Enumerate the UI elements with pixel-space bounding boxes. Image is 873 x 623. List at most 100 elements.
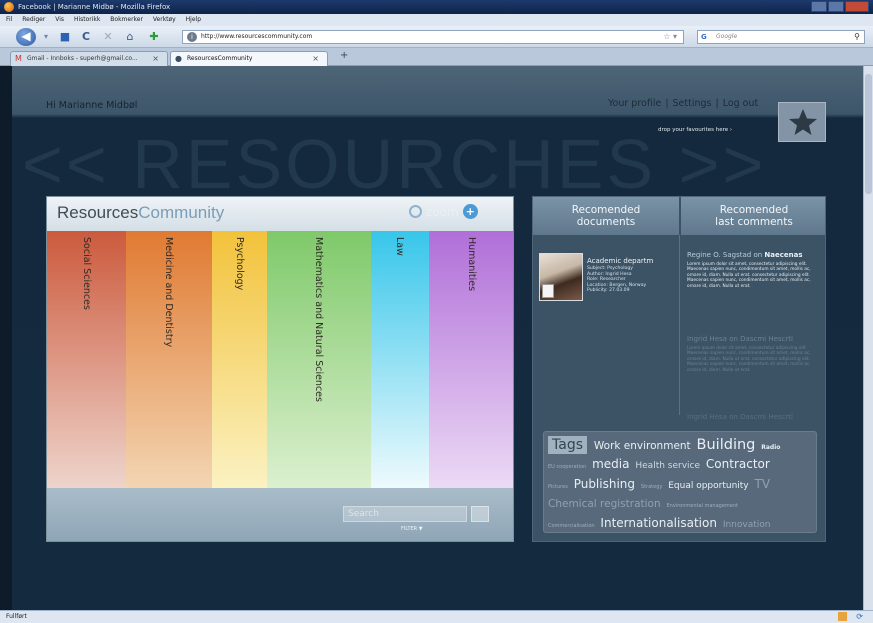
- tag-link[interactable]: Building: [697, 437, 756, 453]
- window-title: Facebook | Marianne Midbø - Mozilla Fire…: [18, 3, 171, 11]
- comment-heading: Regine O. Sagstad on Naecenas: [687, 251, 821, 259]
- category-social-sciences[interactable]: Social Sciences: [47, 231, 126, 488]
- comment-on: on: [753, 251, 763, 259]
- star-icon: [789, 109, 817, 135]
- tag-link[interactable]: Strategy: [641, 484, 662, 490]
- favourites-hint: drop your favourites here ›: [658, 127, 733, 133]
- zoom-in-icon[interactable]: +: [462, 204, 478, 219]
- search-input[interactable]: Search: [343, 506, 467, 522]
- comment-on: on: [729, 413, 738, 421]
- vertical-scrollbar[interactable]: [863, 66, 873, 610]
- menu-edit[interactable]: Rediger: [22, 16, 45, 23]
- column-divider: [679, 235, 680, 415]
- category-medicine-dentistry[interactable]: Medicine and Dentistry: [126, 231, 212, 488]
- zoom-out-icon[interactable]: [409, 205, 422, 218]
- search-placeholder: Search: [348, 509, 379, 519]
- panel-footer: Search FILTER ▼: [47, 488, 513, 541]
- scrollbar-thumb[interactable]: [865, 74, 872, 194]
- reload-button[interactable]: C: [78, 29, 94, 45]
- comment-heading: Ingrid Hesa on Dascmi Hescrtl: [687, 335, 821, 343]
- tab-line: last comments: [715, 216, 793, 228]
- tag-link[interactable]: EU cooperation: [548, 464, 586, 470]
- tab-recommended-documents[interactable]: Recomended documents: [533, 197, 679, 235]
- menu-help[interactable]: Hjelp: [186, 16, 201, 23]
- account-links: Your profile | Settings | Log out: [608, 98, 758, 109]
- maximize-button[interactable]: [828, 1, 844, 12]
- tag-link[interactable]: Health service: [635, 461, 700, 471]
- recommended-document[interactable]: Academic departm Subject: Psychology Aut…: [539, 253, 671, 303]
- zoom-label: zoom: [426, 204, 459, 219]
- recommendations-panel: Recomended documents Recomended last com…: [532, 196, 826, 542]
- profile-link[interactable]: Your profile: [608, 98, 661, 109]
- comment-body: Lorem ipsum dolor sit amet, consectetur …: [687, 346, 811, 373]
- category-label: Psychology: [233, 237, 245, 291]
- tag-cloud: Tags Work environment Building Radio EU …: [543, 431, 817, 533]
- tag-link[interactable]: Innovation: [723, 520, 771, 530]
- separator: |: [715, 98, 719, 109]
- close-tab-icon[interactable]: ×: [312, 52, 319, 66]
- add-on-icon[interactable]: ✚: [146, 29, 162, 45]
- favourites-dropzone[interactable]: [778, 102, 826, 142]
- resources-panel: ResourcesCommunity zoom + Social Science…: [46, 196, 514, 542]
- tag-link[interactable]: Contractor: [706, 457, 770, 471]
- tag-link[interactable]: Radio: [761, 444, 780, 451]
- home-button[interactable]: ⌂: [122, 29, 138, 45]
- logout-link[interactable]: Log out: [723, 98, 759, 109]
- address-text: http://www.resourcescommunity.com: [201, 33, 313, 40]
- tag-link[interactable]: Internationalisation: [600, 516, 717, 530]
- minimize-button[interactable]: [811, 1, 827, 12]
- bookmark-star-icon[interactable]: ☆ ▾: [663, 31, 677, 43]
- menu-history[interactable]: Historikk: [74, 16, 100, 23]
- addon-icon[interactable]: [838, 612, 847, 621]
- tag-link[interactable]: media: [592, 457, 629, 471]
- category-humanities[interactable]: Humanities: [429, 231, 513, 488]
- stop-button[interactable]: ✕: [100, 29, 116, 45]
- tag-link[interactable]: Publishing: [574, 477, 635, 491]
- author-photo: [539, 253, 583, 301]
- comment-author: Ingrid Hesa: [687, 335, 727, 343]
- tag-link[interactable]: Environmental management: [667, 503, 738, 509]
- tab-recommended-comments[interactable]: Recomended last comments: [681, 197, 825, 235]
- category-law[interactable]: Law: [371, 231, 429, 488]
- filter-dropdown[interactable]: FILTER ▼: [401, 526, 423, 532]
- menu-bookmarks[interactable]: Bokmerker: [110, 16, 143, 23]
- tag-link[interactable]: TV: [755, 477, 771, 491]
- page-content: << RESOURCHES >> Hi Marianne Midbøl Your…: [12, 66, 863, 610]
- settings-link[interactable]: Settings: [673, 98, 712, 109]
- tab-resourcescommunity[interactable]: ● ResourcesCommunity ×: [170, 51, 328, 66]
- search-box[interactable]: G Google ⚲: [697, 30, 865, 44]
- zoom-control: zoom +: [409, 204, 478, 219]
- tag-link[interactable]: Chemical registration: [548, 498, 661, 510]
- back-button[interactable]: ◀: [16, 28, 36, 46]
- site-info-icon[interactable]: i: [187, 32, 197, 42]
- tag-link[interactable]: Pictures: [548, 484, 568, 490]
- category-psychology[interactable]: Psychology: [212, 231, 267, 488]
- close-tab-icon[interactable]: ×: [152, 52, 159, 66]
- sync-icon[interactable]: ⟳: [856, 611, 863, 623]
- comment-target: Dascmi Hescrtl: [740, 413, 793, 421]
- menu-tools[interactable]: Verktøy: [153, 16, 176, 23]
- search-icon[interactable]: ⚲: [854, 31, 860, 43]
- comment-body: Lorem ipsum dolor sit amet, consectetur …: [687, 262, 811, 289]
- menu-file[interactable]: Fil: [6, 16, 12, 23]
- history-dropdown-icon[interactable]: ▾: [40, 29, 52, 45]
- category-mathematics-natural-sciences[interactable]: Mathematics and Natural Sciences: [267, 231, 371, 488]
- comment-item[interactable]: Ingrid Hesa on Dascmi Hescrtl Lorem ipsu…: [687, 335, 821, 373]
- search-button[interactable]: [471, 506, 489, 522]
- menu-view[interactable]: Vis: [55, 16, 64, 23]
- close-window-button[interactable]: [845, 1, 869, 12]
- tag-link[interactable]: Equal opportunity: [668, 481, 748, 491]
- comment-item[interactable]: Ingrid Hesa on Dascmi Hescrtl: [687, 413, 821, 421]
- bookmark-save-icon[interactable]: ■: [58, 29, 72, 45]
- window-controls: [810, 1, 869, 12]
- comment-on: on: [729, 335, 738, 343]
- new-tab-icon[interactable]: +: [340, 50, 348, 61]
- user-greeting: Hi Marianne Midbøl: [46, 100, 138, 111]
- comment-author: Regine O. Sagstad: [687, 251, 752, 259]
- address-bar[interactable]: i http://www.resourcescommunity.com ☆ ▾: [182, 30, 684, 44]
- tab-gmail[interactable]: M Gmail - Innboks - superh@gmail.co... ×: [10, 51, 168, 66]
- tag-link[interactable]: Work environment: [594, 440, 691, 452]
- category-label: Medicine and Dentistry: [163, 237, 174, 348]
- comment-item[interactable]: Regine O. Sagstad on Naecenas Lorem ipsu…: [687, 251, 821, 289]
- tag-link[interactable]: Commercialisation: [548, 523, 595, 529]
